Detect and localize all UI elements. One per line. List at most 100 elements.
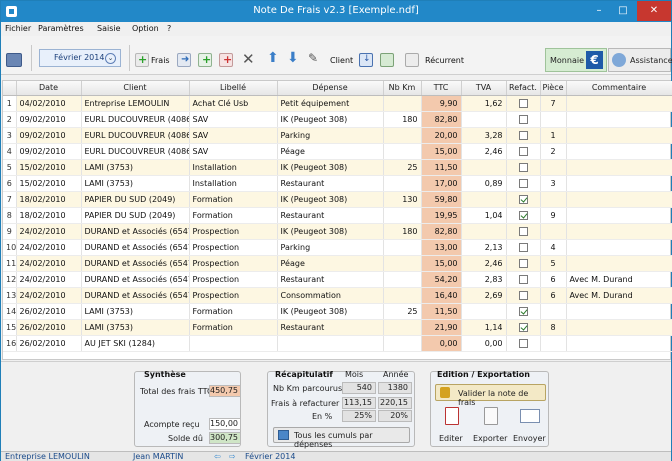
cell-tva[interactable]: 3,28 <box>461 127 507 144</box>
exporter-button[interactable]: Exporter <box>471 405 511 445</box>
move-down-icon[interactable]: ⬇ <box>287 50 299 66</box>
cell-piece[interactable]: 3 <box>540 175 567 192</box>
cell-depense[interactable]: Péage <box>277 255 384 272</box>
cell-comment[interactable] <box>566 95 672 112</box>
cell-depense[interactable]: Petit équipement <box>277 95 384 112</box>
cell-comment[interactable] <box>566 191 672 208</box>
cell-depense[interactable]: Parking <box>277 239 384 256</box>
table-row[interactable]: 4 09/02/2010 EURL DUCOUVREUR (4086) SAV Péag… <box>3 143 672 160</box>
minimize-button[interactable]: – <box>587 1 611 21</box>
table-row[interactable]: 14 26/02/2010 LAMI (3753) Formation IK (Peug… <box>3 303 672 320</box>
cell-client[interactable]: EURL DUCOUVREUR (4086) <box>81 111 190 128</box>
cell-libelle[interactable]: Installation <box>189 159 278 176</box>
cell-libelle[interactable]: Formation <box>189 191 278 208</box>
cell-ttc[interactable]: 0,00 <box>421 335 462 352</box>
cell-libelle[interactable]: Installation <box>189 175 278 192</box>
cell-libelle[interactable]: SAV <box>189 127 278 144</box>
cell-client[interactable]: DURAND et Associés (6547) <box>81 271 190 288</box>
cell-client[interactable]: EURL DUCOUVREUR (4086) <box>81 127 190 144</box>
cell-client[interactable]: AU JET SKI (1284) <box>81 335 190 352</box>
cell-libelle[interactable]: SAV <box>189 143 278 160</box>
cell-comment[interactable] <box>566 159 672 176</box>
cell-comment[interactable] <box>566 335 672 352</box>
cell-ttc[interactable]: 59,80 <box>421 191 462 208</box>
cell-tva[interactable]: 2,46 <box>461 143 507 160</box>
table-row[interactable]: 15 26/02/2010 LAMI (3753) Formation Restaura… <box>3 319 672 336</box>
cell-comment[interactable] <box>566 303 672 320</box>
month-selector[interactable]: Février 2014 ⌄ <box>39 49 121 67</box>
cell-refact[interactable] <box>506 335 541 352</box>
client-tools-icon[interactable]: ✎ <box>308 51 318 65</box>
move-up-icon[interactable]: ⬆ <box>267 50 279 66</box>
cell-client[interactable]: LAMI (3753) <box>81 319 190 336</box>
cell-depense[interactable]: IK (Peugeot 308) <box>277 223 384 240</box>
cell-km[interactable] <box>383 287 422 304</box>
cell-tva[interactable]: 2,13 <box>461 239 507 256</box>
cell-km[interactable] <box>383 255 422 272</box>
menu-parametres[interactable]: Paramètres <box>38 24 84 33</box>
cell-date[interactable]: 04/02/2010 <box>16 95 82 112</box>
cell-refact[interactable] <box>506 191 541 208</box>
cell-refact[interactable] <box>506 127 541 144</box>
remove-row-icon[interactable]: + <box>219 53 233 67</box>
cell-date[interactable]: 09/02/2010 <box>16 143 82 160</box>
cell-km[interactable]: 25 <box>383 303 422 320</box>
cell-depense[interactable]: Consommation <box>277 287 384 304</box>
refact-checkbox[interactable] <box>518 290 528 300</box>
cell-refact[interactable] <box>506 111 541 128</box>
table-row[interactable]: 10 24/02/2010 DURAND et Associés (6547) Pro… <box>3 239 672 256</box>
col-header-refact[interactable]: Refact. <box>506 81 541 96</box>
cell-date[interactable]: 15/02/2010 <box>16 159 82 176</box>
table-row[interactable]: 12 24/02/2010 DURAND et Associés (6547) Pro… <box>3 271 672 288</box>
cell-tva[interactable] <box>461 159 507 176</box>
cell-depense[interactable]: IK (Peugeot 308) <box>277 191 384 208</box>
cell-depense[interactable]: Restaurant <box>277 207 384 224</box>
cell-date[interactable]: 26/02/2010 <box>16 319 82 336</box>
currency-button[interactable]: € <box>586 51 603 69</box>
valider-button[interactable]: Valider la note de frais <box>435 384 546 407</box>
cell-comment[interactable] <box>566 175 672 192</box>
download-icon[interactable]: ↓ <box>359 53 373 67</box>
cell-date[interactable]: 24/02/2010 <box>16 287 82 304</box>
recurrent-button-label[interactable]: Récurrent <box>425 56 464 65</box>
delete-icon[interactable]: ✕ <box>242 50 255 68</box>
cell-tva[interactable] <box>461 303 507 320</box>
cell-comment[interactable] <box>566 239 672 256</box>
cell-tva[interactable] <box>461 223 507 240</box>
cell-refact[interactable] <box>506 271 541 288</box>
cell-date[interactable]: 18/02/2010 <box>16 191 82 208</box>
cell-ttc[interactable]: 21,90 <box>421 319 462 336</box>
cell-depense[interactable]: IK (Peugeot 308) <box>277 303 384 320</box>
cell-comment[interactable] <box>566 223 672 240</box>
document-arrow-icon[interactable]: ➜ <box>177 53 191 67</box>
cell-piece[interactable]: 6 <box>540 287 567 304</box>
cell-libelle[interactable] <box>189 335 278 352</box>
cell-ttc[interactable]: 82,80 <box>421 223 462 240</box>
cell-piece[interactable] <box>540 159 567 176</box>
table-row[interactable]: 1 04/02/2010 Entreprise LEMOULIN Achat Clé … <box>3 95 672 112</box>
cell-libelle[interactable]: Prospection <box>189 255 278 272</box>
cell-ttc[interactable]: 15,00 <box>421 255 462 272</box>
menu-fichier[interactable]: Fichier <box>5 24 31 33</box>
cell-refact[interactable] <box>506 159 541 176</box>
cell-comment[interactable] <box>566 207 672 224</box>
cell-km[interactable]: 25 <box>383 159 422 176</box>
cell-piece[interactable] <box>540 111 567 128</box>
menu-help[interactable]: ? <box>167 24 171 33</box>
cell-tva[interactable] <box>461 111 507 128</box>
assistance-button[interactable]: Assistance <box>608 48 672 72</box>
add-row-icon[interactable]: + <box>198 53 212 67</box>
cell-refact[interactable] <box>506 239 541 256</box>
cell-client[interactable]: LAMI (3753) <box>81 159 190 176</box>
cell-libelle[interactable]: Formation <box>189 303 278 320</box>
cell-comment[interactable] <box>566 127 672 144</box>
cell-libelle[interactable]: Prospection <box>189 271 278 288</box>
cell-km[interactable] <box>383 127 422 144</box>
cell-depense[interactable]: Parking <box>277 127 384 144</box>
table-row[interactable]: 2 09/02/2010 EURL DUCOUVREUR (4086) SAV IK (… <box>3 111 672 128</box>
cell-refact[interactable] <box>506 175 541 192</box>
cell-refact[interactable] <box>506 223 541 240</box>
frais-button-label[interactable]: Frais <box>151 56 170 65</box>
refact-checkbox[interactable] <box>518 146 528 156</box>
cell-tva[interactable]: 2,46 <box>461 255 507 272</box>
